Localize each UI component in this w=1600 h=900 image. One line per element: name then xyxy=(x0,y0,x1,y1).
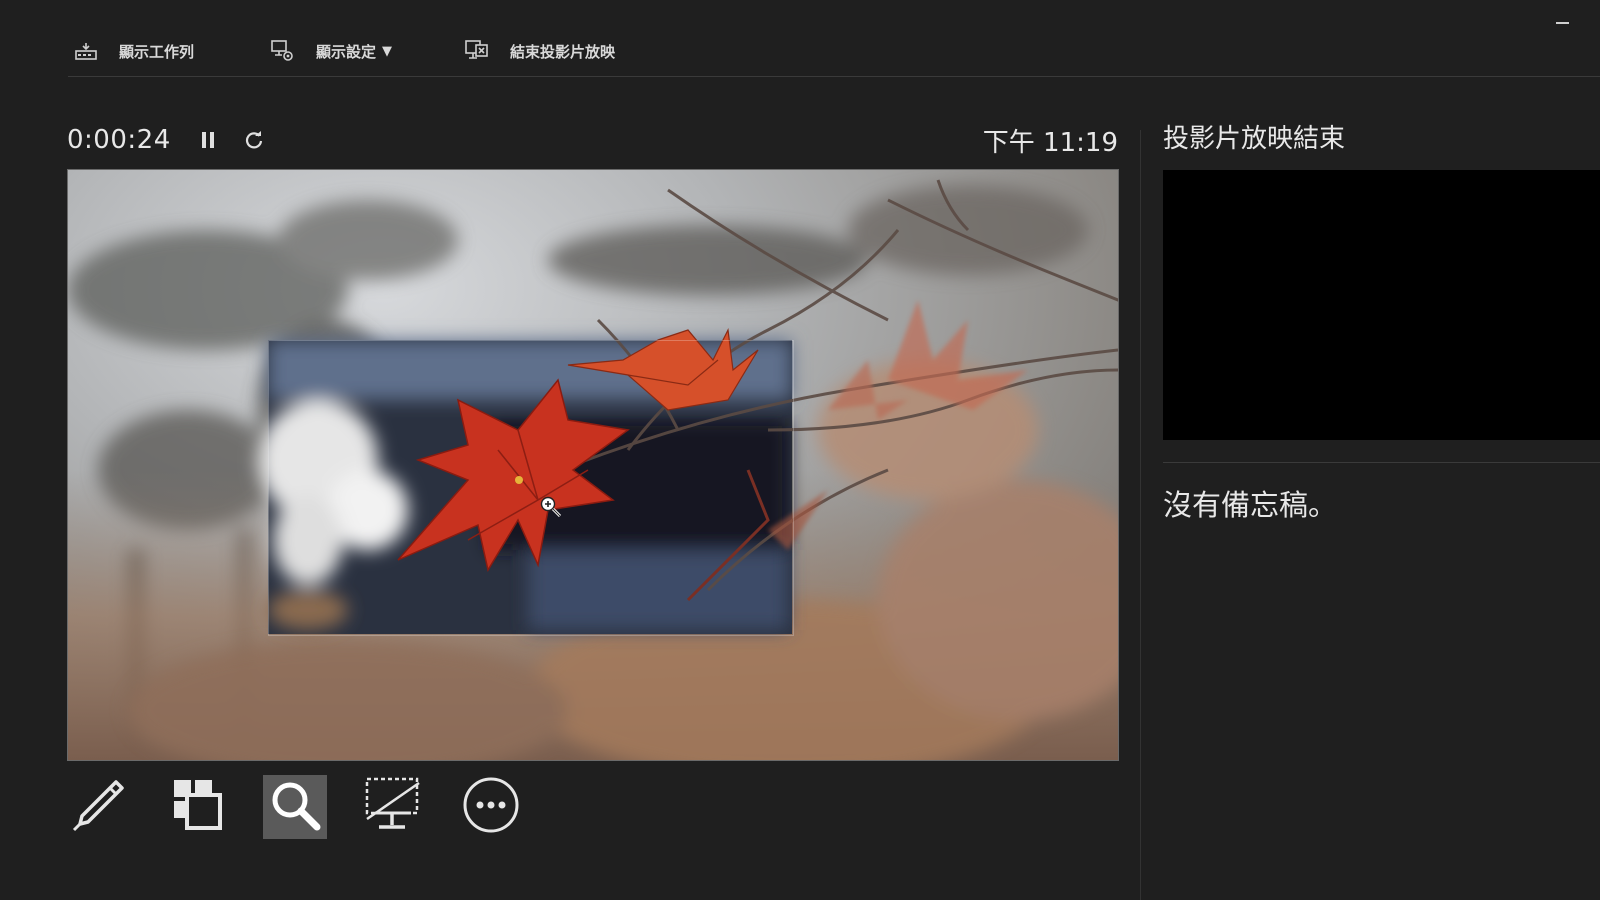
monitor-gear-icon xyxy=(270,38,296,64)
magnifier-icon xyxy=(267,777,323,837)
end-slide-show-button[interactable]: 結束投影片放映 xyxy=(464,33,615,69)
slides-grid-icon xyxy=(168,776,226,838)
toolbar-divider xyxy=(68,76,1600,77)
end-slide-show-label: 結束投影片放映 xyxy=(510,42,616,61)
slide-tools xyxy=(67,774,523,840)
minimize-icon[interactable] xyxy=(1556,14,1570,30)
see-all-slides-button[interactable] xyxy=(165,775,229,839)
panel-divider xyxy=(1140,130,1141,900)
presenter-view: 顯示工作列 顯示設定 ▼ 結束投影片放映 0:00:24 下午 11:19 投影… xyxy=(0,0,1600,900)
display-settings-button[interactable]: 顯示設定 ▼ xyxy=(270,33,392,69)
speaker-notes[interactable]: 沒有備忘稿。 xyxy=(1163,482,1337,524)
next-slide-preview[interactable] xyxy=(1163,170,1600,440)
elapsed-timer: 0:00:24 xyxy=(67,125,171,155)
zoom-selection-box[interactable] xyxy=(268,340,794,636)
pen-tool-button[interactable] xyxy=(67,775,131,839)
pause-icon[interactable] xyxy=(197,128,219,152)
more-options-icon xyxy=(462,776,520,838)
black-screen-icon xyxy=(363,775,423,839)
current-slide[interactable] xyxy=(67,169,1119,761)
show-taskbar-label: 顯示工作列 xyxy=(119,42,195,61)
zoom-tool-button[interactable] xyxy=(263,775,327,839)
current-time: 下午 11:19 xyxy=(982,127,1118,158)
timer-row: 0:00:24 下午 11:19 xyxy=(67,118,1118,162)
notes-divider xyxy=(1163,462,1600,463)
monitor-x-icon xyxy=(464,38,490,64)
next-slide-title: 投影片放映結束 xyxy=(1163,124,1346,154)
zoom-in-cursor-icon xyxy=(540,496,562,518)
show-taskbar-button[interactable]: 顯示工作列 xyxy=(73,33,194,69)
taskbar-icon xyxy=(73,38,99,64)
more-options-button[interactable] xyxy=(459,775,523,839)
pen-icon xyxy=(70,776,128,838)
refresh-icon[interactable] xyxy=(243,128,265,152)
display-settings-label: 顯示設定 xyxy=(316,42,377,61)
chevron-down-icon: ▼ xyxy=(382,43,393,59)
black-screen-button[interactable] xyxy=(361,775,425,839)
top-toolbar: 顯示工作列 顯示設定 ▼ 結束投影片放映 xyxy=(68,26,1600,76)
